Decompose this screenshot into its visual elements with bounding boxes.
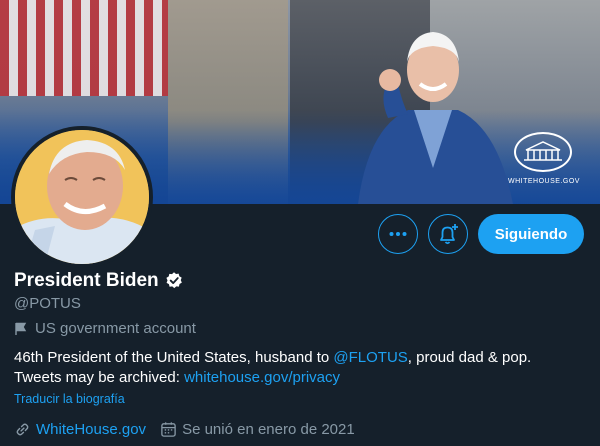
calendar-icon — [161, 422, 176, 437]
flag-icon — [15, 322, 27, 335]
link-icon — [16, 423, 29, 436]
verified-badge-icon — [166, 272, 182, 289]
following-button[interactable]: Siguiendo — [478, 214, 584, 254]
profile-name: President Biden — [14, 270, 159, 291]
bio-text: 46th President of the United States, hus… — [14, 349, 334, 366]
more-horizontal-icon — [389, 232, 407, 236]
profile-bio: 46th President of the United States, hus… — [14, 348, 589, 388]
flotus-mention-link[interactable]: @FLOTUS — [333, 349, 407, 366]
bio-line-1: 46th President of the United States, hus… — [14, 348, 589, 368]
bio-text: Tweets may be archived: — [14, 369, 185, 386]
joined-item: Se unió en enero de 2021 — [160, 421, 355, 438]
website-link[interactable]: WhiteHouse.gov — [36, 421, 146, 438]
avatar-photo — [15, 130, 149, 264]
profile-meta: WhiteHouse.gov Se unió en enero de 2021 — [14, 421, 369, 438]
profile-name-row: President Biden — [14, 270, 184, 292]
profile-avatar[interactable] — [11, 126, 153, 268]
banner-person-photo — [358, 32, 513, 204]
joined-date: Se unió en enero de 2021 — [182, 421, 355, 438]
notification-bell-plus-icon — [440, 224, 458, 245]
bio-text: , proud dad & pop. — [407, 349, 532, 366]
profile-handle: @POTUS — [14, 295, 81, 312]
website-item: WhiteHouse.gov — [14, 421, 146, 438]
notifications-button[interactable] — [428, 214, 468, 254]
flag-image — [0, 0, 168, 96]
more-button[interactable] — [378, 214, 418, 254]
privacy-link[interactable]: whitehouse.gov/privacy — [184, 369, 340, 386]
translate-bio-link[interactable]: Traducir la biografía — [14, 392, 125, 406]
bio-line-2: Tweets may be archived: whitehouse.gov/p… — [14, 368, 589, 388]
white-house-logo: WHITEHOUSE.GOV — [508, 132, 580, 192]
account-label-text: US government account — [35, 320, 196, 337]
white-house-logo-text: WHITEHOUSE.GOV — [508, 178, 580, 185]
white-house-seal-icon — [514, 132, 572, 172]
account-label: US government account — [14, 320, 196, 337]
